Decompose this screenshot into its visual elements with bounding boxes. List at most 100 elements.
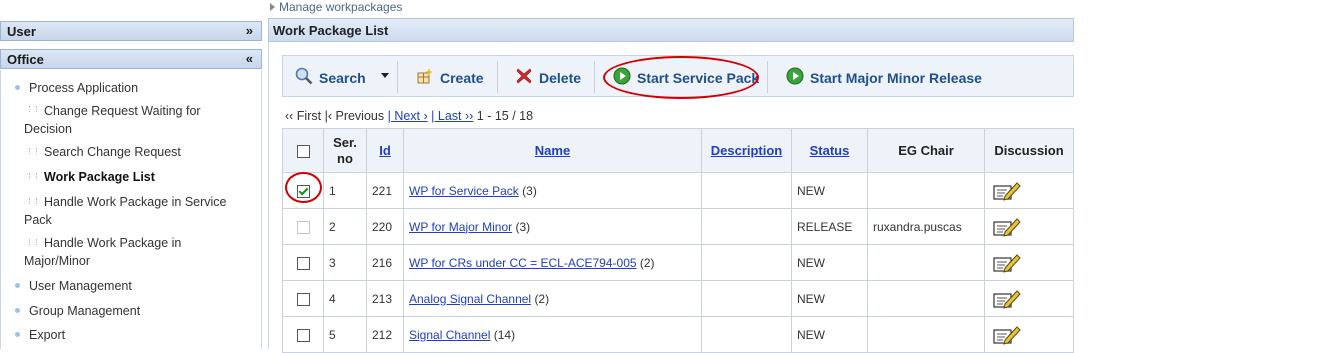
select-all-checkbox[interactable] bbox=[296, 144, 310, 158]
cell-serno: 1 bbox=[323, 172, 367, 209]
table-row: 3 216 WP for CRs under CC = ECL-ACE794-005… bbox=[282, 244, 1074, 281]
cell-status: NEW bbox=[791, 244, 868, 281]
sidebar-item-user-management[interactable]: User Management bbox=[29, 277, 132, 295]
sidebar-item-search-cr[interactable]: Search Change Request bbox=[44, 143, 181, 161]
cell-id: 220 bbox=[366, 208, 404, 245]
create-button[interactable]: Create bbox=[416, 64, 486, 88]
cell-description bbox=[701, 244, 792, 281]
start-service-pack-label: Start Service Pack bbox=[637, 70, 760, 86]
cell-name: Analog Signal Channel (2) bbox=[403, 280, 702, 317]
discussion-edit-icon[interactable] bbox=[993, 253, 1021, 273]
table-row: 4 213 Analog Signal Channel (2) NEW bbox=[282, 280, 1074, 317]
bullet-icon bbox=[15, 332, 20, 337]
col-header-id[interactable]: Id bbox=[366, 128, 404, 173]
table-row: 5 212 Signal Channel (14) NEW bbox=[282, 316, 1074, 353]
search-icon bbox=[295, 67, 313, 85]
cr-count: (3) bbox=[522, 183, 537, 198]
office-panel-toggle[interactable]: « bbox=[246, 51, 253, 66]
work-package-link[interactable]: WP for Major Minor bbox=[409, 220, 512, 234]
discussion-edit-icon[interactable] bbox=[993, 325, 1021, 345]
sub-item-icon bbox=[29, 198, 37, 204]
user-panel-toggle[interactable]: » bbox=[246, 23, 253, 38]
sub-item-icon bbox=[29, 239, 37, 245]
cell-description bbox=[701, 316, 792, 353]
sidebar-item-cr-waiting-cont[interactable]: Decision bbox=[24, 120, 72, 138]
row-checkbox bbox=[296, 220, 310, 234]
sidebar-item-work-package-list[interactable]: Work Package List bbox=[44, 168, 155, 186]
create-button-label: Create bbox=[440, 70, 484, 86]
work-package-link[interactable]: WP for Service Pack bbox=[409, 184, 519, 198]
cell-id: 212 bbox=[366, 316, 404, 353]
discussion-edit-icon[interactable] bbox=[993, 181, 1021, 201]
col-header-name[interactable]: Name bbox=[403, 128, 702, 173]
sub-item-icon bbox=[29, 106, 37, 112]
row-checkbox[interactable] bbox=[296, 292, 310, 306]
col-header-discussion: Discussion bbox=[984, 128, 1074, 173]
sidebar-item-export[interactable]: Export bbox=[29, 326, 65, 344]
cell-eg-chair bbox=[867, 316, 985, 353]
work-package-link[interactable]: Analog Signal Channel bbox=[409, 292, 531, 306]
cell-status: RELEASE bbox=[791, 208, 868, 245]
col-header-status[interactable]: Status bbox=[791, 128, 868, 173]
cell-eg-chair bbox=[867, 280, 985, 317]
cell-eg-chair bbox=[867, 244, 985, 281]
bullet-icon bbox=[15, 85, 20, 90]
sidebar-item-handle-wp-service[interactable]: Handle Work Package in Service bbox=[44, 193, 227, 211]
cell-serno: 3 bbox=[323, 244, 367, 281]
cell-eg-chair: ruxandra.puscas bbox=[867, 208, 985, 245]
cr-count: (3) bbox=[515, 219, 531, 234]
cell-name: WP for Major Minor (3) bbox=[403, 208, 702, 245]
row-select-cell bbox=[282, 316, 324, 353]
play-icon bbox=[613, 67, 631, 85]
user-panel-header[interactable]: User » bbox=[0, 21, 262, 41]
cell-discussion bbox=[984, 280, 1074, 317]
sidebar-item-cr-waiting[interactable]: Change Request Waiting for bbox=[44, 102, 201, 120]
cell-id: 213 bbox=[366, 280, 404, 317]
cell-status: NEW bbox=[791, 280, 868, 317]
row-checkbox[interactable] bbox=[296, 184, 310, 198]
sidebar-item-group-management[interactable]: Group Management bbox=[29, 302, 140, 320]
pager-next-link[interactable]: | Next › bbox=[388, 109, 428, 123]
discussion-edit-icon[interactable] bbox=[993, 217, 1021, 237]
cr-count: (14) bbox=[493, 327, 516, 342]
sidebar-item-handle-wp-major[interactable]: Handle Work Package in bbox=[44, 234, 181, 252]
bullet-icon bbox=[15, 308, 20, 313]
delete-button[interactable]: Delete bbox=[515, 64, 585, 88]
toolbar-divider bbox=[397, 61, 398, 93]
sub-item-icon bbox=[29, 148, 37, 154]
row-checkbox[interactable] bbox=[296, 328, 310, 342]
work-package-link[interactable]: WP for CRs under CC = ECL-ACE794-005 bbox=[409, 256, 637, 270]
cell-discussion bbox=[984, 244, 1074, 281]
sidebar-item-process-application[interactable]: Process Application bbox=[29, 79, 138, 97]
table-header-row: Ser. no Id Name Description Status EG Cha… bbox=[282, 128, 1074, 173]
search-button[interactable]: Search bbox=[295, 64, 389, 88]
work-package-table: Ser. no Id Name Description Status EG Cha… bbox=[282, 128, 1074, 353]
pager-last-link[interactable]: | Last ›› bbox=[431, 109, 473, 123]
row-checkbox[interactable] bbox=[296, 256, 310, 270]
cell-id: 216 bbox=[366, 244, 404, 281]
cell-status: NEW bbox=[791, 172, 868, 209]
work-package-link[interactable]: Signal Channel bbox=[409, 328, 490, 342]
start-service-pack-button[interactable]: Start Service Pack bbox=[613, 64, 760, 88]
cell-discussion bbox=[984, 208, 1074, 245]
col-header-eg-chair: EG Chair bbox=[867, 128, 985, 173]
create-icon bbox=[417, 68, 433, 84]
col-header-description[interactable]: Description bbox=[701, 128, 792, 173]
breadcrumb-label[interactable]: Manage workpackages bbox=[279, 0, 402, 14]
sidebar: User » Office « Process Application Chan… bbox=[0, 0, 265, 349]
office-panel-header[interactable]: Office « bbox=[0, 49, 262, 69]
row-select-cell bbox=[282, 172, 324, 209]
discussion-edit-icon[interactable] bbox=[993, 289, 1021, 309]
toolbar-divider bbox=[767, 61, 768, 93]
play-icon bbox=[786, 67, 804, 85]
row-select-cell bbox=[282, 280, 324, 317]
row-select-cell bbox=[282, 244, 324, 281]
cr-count: (2) bbox=[639, 255, 655, 270]
cell-serno: 5 bbox=[323, 316, 367, 353]
breadcrumb[interactable]: Manage workpackages bbox=[270, 0, 402, 14]
sidebar-item-handle-wp-major-cont[interactable]: Major/Minor bbox=[24, 252, 90, 270]
sidebar-item-handle-wp-service-cont[interactable]: Pack bbox=[24, 211, 52, 229]
delete-button-label: Delete bbox=[539, 70, 582, 86]
start-major-minor-button[interactable]: Start Major Minor Release bbox=[786, 64, 986, 88]
delete-icon bbox=[516, 68, 532, 84]
